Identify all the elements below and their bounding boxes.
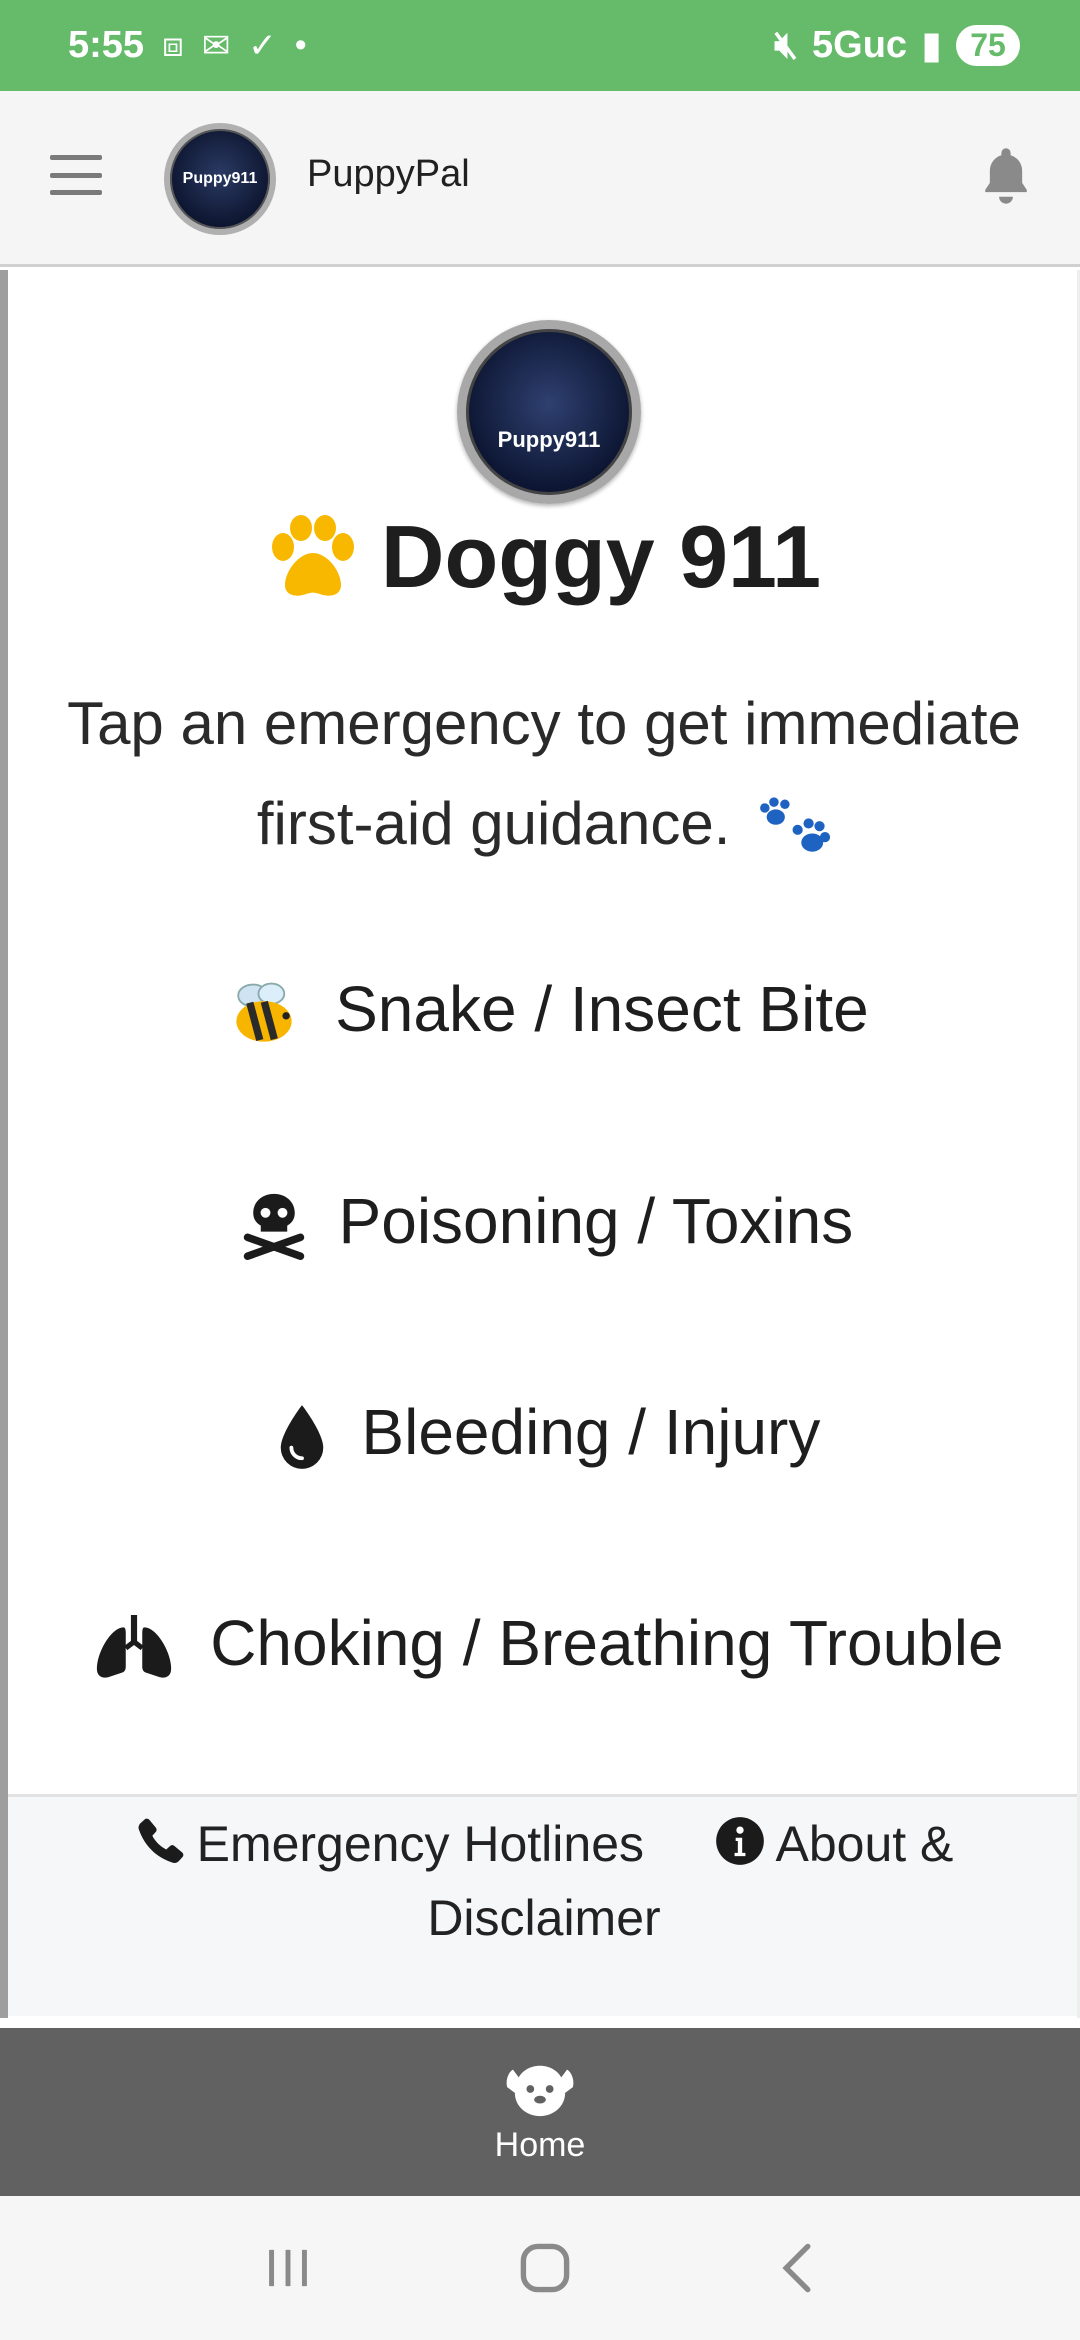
app-logo: Puppy911 (164, 123, 276, 235)
system-navigation (0, 2196, 1080, 2340)
emergency-label: Snake / Insect Bite (335, 973, 869, 1045)
home-button-icon[interactable] (518, 2241, 572, 2295)
droplet-icon (280, 1405, 323, 1469)
emergency-bleeding[interactable]: Bleeding / Injury (28, 1383, 1068, 1481)
emergency-choking[interactable]: Choking / Breathing Trouble (28, 1594, 1068, 1692)
skull-crossbones-icon (243, 1193, 304, 1261)
app-logo-text: Puppy911 (182, 170, 258, 187)
app-bar: Puppy911 PuppyPal (0, 91, 1080, 267)
hero-logo-text: Puppy911 (497, 427, 601, 452)
subtitle: Tap an emergency to get immediate first-… (48, 674, 1040, 874)
emergency-label: Bleeding / Injury (361, 1396, 821, 1468)
recent-apps-icon[interactable] (263, 2245, 313, 2291)
phone-icon (138, 1818, 183, 1864)
emergency-hotlines-link[interactable]: Emergency Hotlines (135, 1816, 658, 1872)
network-type: 5Guc (812, 24, 908, 66)
paw-prints-icon (760, 797, 831, 852)
hero-logo: Puppy911 (457, 320, 641, 504)
bee-icon (236, 982, 292, 1042)
info-icon (715, 1817, 764, 1865)
subtitle-text: Tap an emergency to get immediate first-… (67, 690, 1021, 857)
check-icon: ✓ (248, 26, 277, 65)
status-time: 5:55 (68, 24, 145, 66)
emergency-snake-insect[interactable]: Snake / Insect Bite (28, 960, 1068, 1058)
dog-face-icon (506, 2065, 574, 2116)
page-title-text: Doggy 911 (380, 507, 822, 606)
screenshot-icon: ⧈ (162, 26, 184, 64)
signal-icon: ▮ (921, 25, 942, 67)
nav-home-label: Home (494, 2125, 586, 2164)
main-content: Puppy911 Doggy 911 Tap an emergency to g… (0, 270, 1080, 2018)
app-title: PuppyPal (307, 153, 470, 195)
mute-icon: 🔇︎ (774, 24, 799, 66)
emergency-label: Choking / Breathing Trouble (210, 1607, 1004, 1679)
back-icon[interactable] (777, 2241, 817, 2295)
bottom-links: Emergency Hotlines About & Disclaimer (8, 1794, 1077, 2016)
menu-icon[interactable] (50, 155, 102, 195)
hotlines-label: Emergency Hotlines (196, 1816, 645, 1872)
missed-call-icon: ✉ (201, 26, 231, 65)
status-bar: 5:55 ⧈ ✉ ✓ • 🔇︎ 5Guc ▮ 75 (0, 0, 1080, 91)
nav-home[interactable]: Home (494, 2060, 586, 2165)
emergency-poisoning[interactable]: Poisoning / Toxins (28, 1172, 1068, 1270)
lungs-icon (97, 1615, 172, 1678)
emergency-label: Poisoning / Toxins (338, 1185, 854, 1257)
paw-icon (271, 515, 354, 596)
status-right: 🔇︎ 5Guc ▮ 75 (774, 23, 1020, 68)
dot-icon: • (294, 26, 307, 64)
page-title: Doggy 911 (8, 506, 1077, 608)
status-left: 5:55 ⧈ ✉ ✓ • (68, 24, 307, 67)
bell-icon[interactable] (978, 146, 1034, 206)
bottom-navigation: Home (0, 2028, 1080, 2196)
battery-level: 75 (956, 25, 1020, 66)
